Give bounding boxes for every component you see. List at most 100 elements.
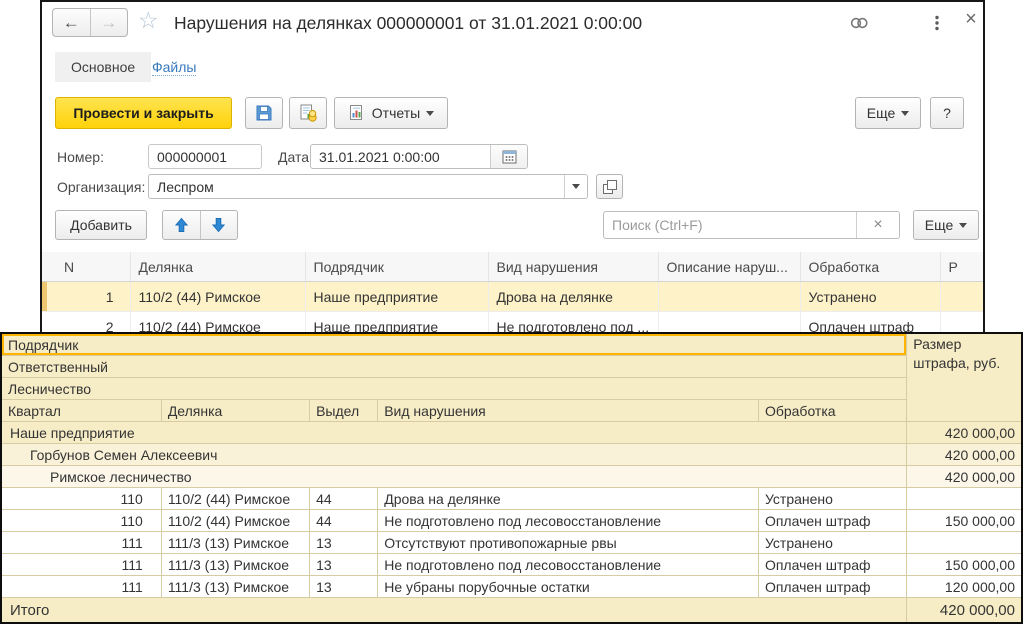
- cell-kvartal[interactable]: 111: [1, 554, 161, 576]
- col-contractor[interactable]: Подрядчик: [305, 252, 488, 282]
- cell-delyanka[interactable]: 110/2 (44) Римское: [161, 488, 309, 510]
- cell-kvartal[interactable]: 111: [1, 576, 161, 598]
- cell-violation[interactable]: Не подготовлено под лесовосстановление: [378, 554, 759, 576]
- favorite-star-icon[interactable]: ☆: [138, 9, 159, 32]
- col-vydel[interactable]: Выдел: [310, 400, 378, 422]
- move-up-button[interactable]: [163, 211, 201, 239]
- col-description[interactable]: Описание наруш...: [658, 252, 800, 282]
- total-label[interactable]: Итого: [1, 598, 907, 624]
- report-group-row[interactable]: Наше предприятие420 000,00: [1, 422, 1022, 444]
- header-contractor[interactable]: Подрядчик: [1, 333, 907, 356]
- organization-dropdown-button[interactable]: [564, 175, 587, 198]
- cell-violation[interactable]: Отсутствуют противопожарные рвы: [378, 532, 759, 554]
- group-label[interactable]: Горбунов Семен Алексеевич: [1, 444, 907, 466]
- col-kvartal[interactable]: Квартал: [1, 400, 161, 422]
- col-violation[interactable]: Вид нарушения: [488, 252, 658, 282]
- more-actions-button[interactable]: Еще: [855, 97, 921, 129]
- report-group-row[interactable]: Горбунов Семен Алексеевич420 000,00: [1, 444, 1022, 466]
- grid-cell-description[interactable]: [658, 282, 800, 312]
- help-button[interactable]: ?: [930, 97, 964, 129]
- report-group-row[interactable]: Римское лесничество420 000,00: [1, 466, 1022, 488]
- cell-kvartal[interactable]: 111: [1, 532, 161, 554]
- reports-button[interactable]: Отчеты: [334, 97, 448, 129]
- tab-main[interactable]: Основное: [55, 52, 151, 82]
- col-n[interactable]: N: [42, 252, 130, 282]
- search-input[interactable]: [604, 217, 856, 233]
- date-field[interactable]: 31.01.2021 0:00:00: [310, 144, 528, 169]
- header-responsible[interactable]: Ответственный: [1, 356, 907, 378]
- cell-delyanka[interactable]: 111/3 (13) Римское: [161, 532, 309, 554]
- cell-delyanka[interactable]: 111/3 (13) Римское: [161, 576, 309, 598]
- cell-handling[interactable]: Оплачен штраф: [758, 510, 906, 532]
- search-clear-button[interactable]: ×: [856, 212, 899, 238]
- violations-report[interactable]: Подрядчик Размер штрафа, руб. Ответствен…: [0, 332, 1023, 624]
- grid-cell-n[interactable]: 1: [42, 282, 130, 312]
- organization-open-button[interactable]: [596, 174, 623, 199]
- total-amount[interactable]: 420 000,00: [907, 598, 1022, 624]
- cell-amount[interactable]: 150 000,00: [907, 510, 1022, 532]
- cell-delyanka[interactable]: 111/3 (13) Римское: [161, 554, 309, 576]
- more-menu-icon[interactable]: [926, 14, 948, 32]
- col-plot[interactable]: Делянка: [130, 252, 305, 282]
- back-button[interactable]: ←: [53, 9, 91, 36]
- report-detail-row[interactable]: 111111/3 (13) Римское13Отсутствуют проти…: [1, 532, 1022, 554]
- close-icon[interactable]: ×: [960, 10, 982, 28]
- grid-cell-contractor[interactable]: Наше предприятие: [305, 282, 488, 312]
- organization-field[interactable]: Леспром: [148, 174, 588, 199]
- group-amount[interactable]: 420 000,00: [907, 422, 1022, 444]
- col-handling[interactable]: Обработка: [758, 400, 906, 422]
- cell-vydel[interactable]: 44: [310, 488, 378, 510]
- header-fine-amount[interactable]: Размер штрафа, руб.: [907, 333, 1022, 422]
- save-button[interactable]: [245, 97, 283, 129]
- table-row[interactable]: 1110/2 (44) РимскоеНаше предприятиеДрова…: [42, 282, 983, 312]
- col-delyanka[interactable]: Делянка: [161, 400, 309, 422]
- report-detail-row[interactable]: 111111/3 (13) Римское13Не подготовлено п…: [1, 554, 1022, 576]
- table-more-label: Еще: [925, 217, 954, 233]
- violations-grid[interactable]: N Делянка Подрядчик Вид нарушения Описан…: [42, 252, 984, 340]
- cell-violation[interactable]: Не убраны порубочные остатки: [378, 576, 759, 598]
- cell-handling[interactable]: Устранено: [758, 532, 906, 554]
- forward-button[interactable]: →: [91, 9, 128, 36]
- cell-amount[interactable]: 120 000,00: [907, 576, 1022, 598]
- grid-cell-plot[interactable]: 110/2 (44) Римское: [130, 282, 305, 312]
- grid-cell-handling[interactable]: Устранено: [800, 282, 940, 312]
- group-label[interactable]: Римское лесничество: [1, 466, 907, 488]
- cell-vydel[interactable]: 44: [310, 510, 378, 532]
- cell-vydel[interactable]: 13: [310, 576, 378, 598]
- cell-kvartal[interactable]: 110: [1, 488, 161, 510]
- cell-handling[interactable]: Оплачен штраф: [758, 576, 906, 598]
- grid-cell-violation[interactable]: Дрова на делянке: [488, 282, 658, 312]
- col-fine[interactable]: Р: [940, 252, 983, 282]
- cell-kvartal[interactable]: 110: [1, 510, 161, 532]
- add-row-button[interactable]: Добавить: [55, 210, 147, 240]
- cell-amount[interactable]: [907, 488, 1022, 510]
- group-label[interactable]: Наше предприятие: [1, 422, 907, 444]
- cell-violation[interactable]: Не подготовлено под лесовосстановление: [378, 510, 759, 532]
- calendar-picker-button[interactable]: [490, 145, 527, 168]
- table-more-button[interactable]: Еще: [913, 210, 979, 240]
- get-link-icon[interactable]: [848, 14, 870, 32]
- report-total-row[interactable]: Итого420 000,00: [1, 598, 1022, 624]
- cell-handling[interactable]: Устранено: [758, 488, 906, 510]
- grid-cell-extra[interactable]: [940, 282, 983, 312]
- col-violation-type[interactable]: Вид нарушения: [378, 400, 759, 422]
- header-forestry[interactable]: Лесничество: [1, 378, 907, 400]
- move-down-button[interactable]: [201, 211, 238, 239]
- post-and-close-button[interactable]: Провести и закрыть: [55, 97, 232, 129]
- col-handling[interactable]: Обработка: [800, 252, 940, 282]
- report-detail-row[interactable]: 110110/2 (44) Римское44Дрова на делянкеУ…: [1, 488, 1022, 510]
- cell-vydel[interactable]: 13: [310, 532, 378, 554]
- tab-files[interactable]: Файлы: [152, 52, 196, 82]
- group-amount[interactable]: 420 000,00: [907, 444, 1022, 466]
- cell-delyanka[interactable]: 110/2 (44) Римское: [161, 510, 309, 532]
- cell-amount[interactable]: 150 000,00: [907, 554, 1022, 576]
- number-field[interactable]: 000000001: [148, 144, 262, 169]
- cell-handling[interactable]: Оплачен штраф: [758, 554, 906, 576]
- report-detail-row[interactable]: 110110/2 (44) Римское44Не подготовлено п…: [1, 510, 1022, 532]
- report-detail-row[interactable]: 111111/3 (13) Римское13Не убраны порубоч…: [1, 576, 1022, 598]
- cell-amount[interactable]: [907, 532, 1022, 554]
- group-amount[interactable]: 420 000,00: [907, 466, 1022, 488]
- cell-vydel[interactable]: 13: [310, 554, 378, 576]
- cell-violation[interactable]: Дрова на делянке: [378, 488, 759, 510]
- post-document-button[interactable]: [289, 97, 327, 129]
